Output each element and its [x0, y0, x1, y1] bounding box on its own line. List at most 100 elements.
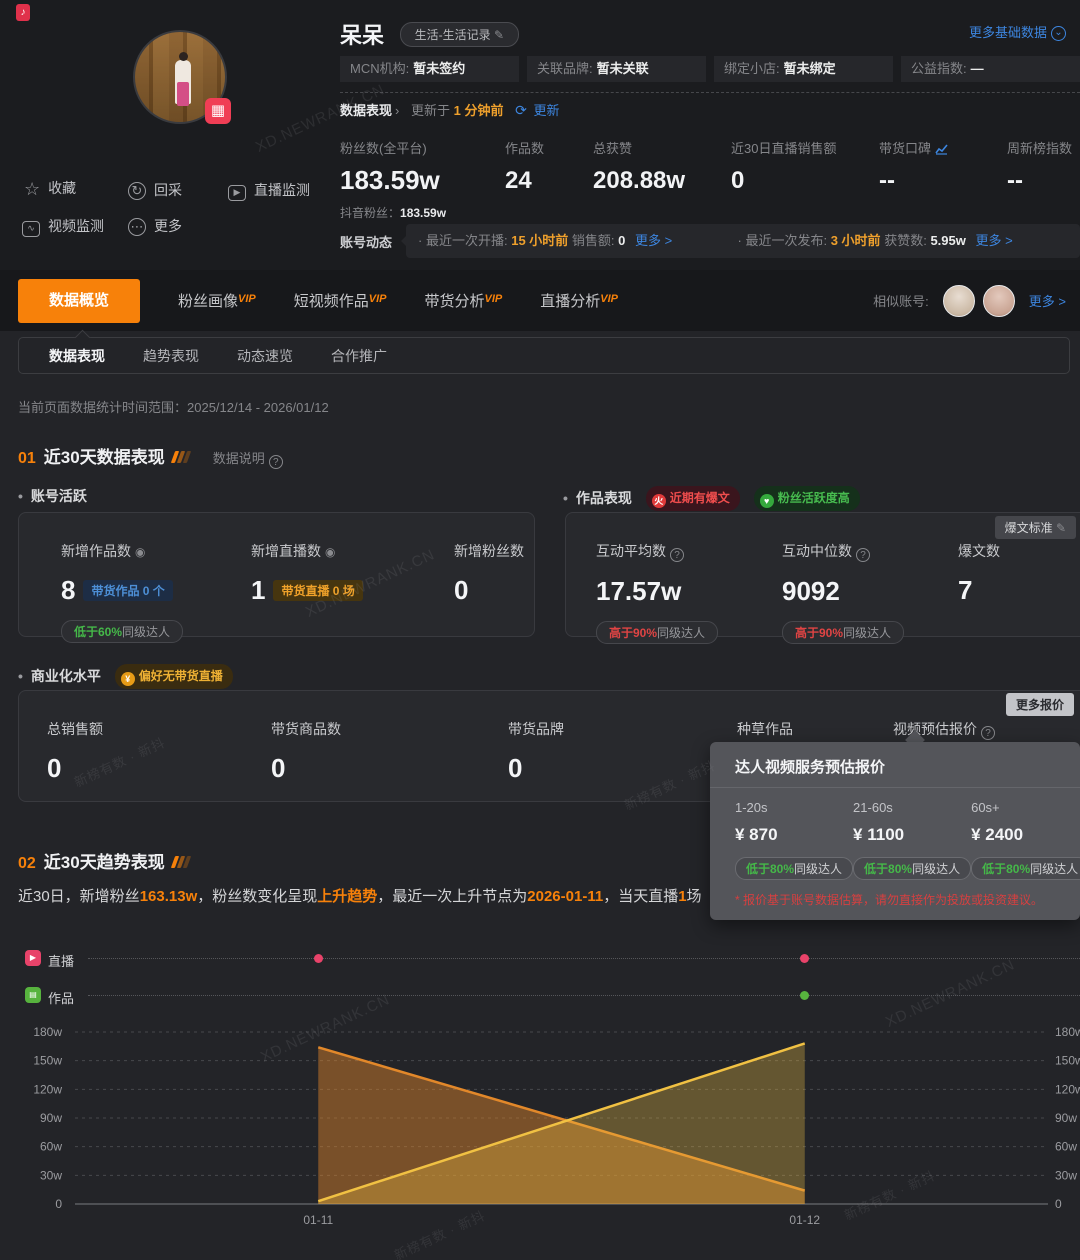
similar-avatar-1[interactable]	[943, 285, 975, 317]
updated-time: 1 分钟前	[454, 103, 504, 118]
replay-icon: ↻	[128, 182, 146, 200]
works-legend-label: 作品	[48, 988, 74, 1007]
eye-icon[interactable]: ◉	[325, 545, 335, 559]
svg-text:180w: 180w	[33, 1025, 62, 1039]
metric-seed-works: 种草作品	[737, 719, 793, 739]
help-icon[interactable]: ?	[981, 726, 995, 740]
svg-text:0: 0	[55, 1197, 62, 1211]
tooltip-disclaimer: * 报价基于账号数据估算，请勿直接作为投放或投资建议。	[735, 891, 1043, 908]
live-monitor-button[interactable]: ▶直播监测	[228, 180, 310, 201]
trend-chart-section: ▶ 直播 ▤ 作品 180w180w150w150w120w120w90w90w…	[0, 940, 1080, 1260]
similar-accounts-label: 相似账号:	[873, 291, 929, 310]
peer-compare-pill: 低于60%同级达人	[61, 620, 183, 643]
similar-accounts: 相似账号: 更多 >	[873, 285, 1066, 317]
help-icon[interactable]: ?	[856, 548, 870, 562]
post-more-link[interactable]: 更多 >	[975, 233, 1012, 248]
section2-header: 02近30天趋势表现	[18, 848, 191, 870]
subtab-trend[interactable]: 趋势表现	[143, 346, 199, 366]
caret-icon: ›	[395, 103, 399, 118]
subtab-data-performance[interactable]: 数据表现	[49, 346, 105, 366]
svg-text:30w: 30w	[40, 1168, 62, 1182]
peer-compare-pill: 高于90%同级达人	[596, 621, 718, 644]
subtab-cooperation[interactable]: 合作推广	[331, 346, 387, 366]
dashed-divider	[340, 92, 1080, 93]
peer-compare-pill: 低于80%同级达人	[735, 857, 853, 880]
commerce-works-badge: 带货作品 0 个	[83, 580, 172, 601]
category-tag[interactable]: 生活-生活记录 ✎	[400, 22, 519, 47]
info-box-brand: 关联品牌:暂未关联	[527, 56, 706, 82]
date-range: 当前页面数据统计时间范围：2025/12/14 - 2026/01/12	[18, 397, 329, 416]
favorite-button[interactable]: ☆收藏	[24, 178, 76, 200]
metric-new-fans: 新增粉丝数 0	[454, 541, 524, 606]
info-box-shop: 绑定小店:暂未绑定	[714, 56, 893, 82]
live-legend-icon: ▶	[25, 950, 41, 966]
metric-total-sales: 总销售额 0	[47, 719, 103, 784]
tab-live-analysis[interactable]: 直播分析VIP	[540, 290, 618, 311]
last-post-label: 最近一次发布:	[745, 233, 827, 248]
last-live-time: 15 小时前	[511, 233, 568, 248]
activity-box: · 最近一次开播: 15 小时前 销售额: 0 更多 > · 最近一次发布: 3…	[406, 224, 1080, 258]
svg-text:0: 0	[1055, 1197, 1062, 1211]
more-base-data-label[interactable]: 更多基础数据	[969, 25, 1047, 40]
svg-text:120w: 120w	[1055, 1082, 1080, 1096]
activity-title: 账号动态	[340, 232, 392, 251]
video-monitor-button[interactable]: ∿视频监测	[22, 216, 104, 237]
last-post-time: 3 小时前	[831, 233, 881, 248]
hot-works-badge: 火近期有爆文	[646, 486, 740, 511]
info-box-charity: 公益指数:—	[901, 56, 1080, 82]
category-tag-label: 生活-生活记录	[415, 28, 491, 42]
chevron-down-icon[interactable]: ⌄	[1051, 26, 1066, 41]
tab-commerce-analysis[interactable]: 带货分析VIP	[425, 290, 503, 311]
help-icon[interactable]: ?	[269, 455, 283, 469]
eye-icon[interactable]: ◉	[135, 545, 145, 559]
data-performance-title: 数据表现	[340, 103, 392, 118]
svg-text:180w: 180w	[1055, 1025, 1080, 1039]
main-tabbar: 数据概览 粉丝画像VIP 短视频作品VIP 带货分析VIP 直播分析VIP 相似…	[0, 270, 1080, 331]
likes-value: 5.95w	[930, 233, 965, 248]
live-more-link[interactable]: 更多 >	[635, 233, 672, 248]
account-active-label: •账号活跃	[18, 486, 87, 506]
price-tooltip: 达人视频服务预估报价 1-20s ¥ 870 低于80%同级达人 21-60s …	[710, 742, 1080, 920]
metric-new-lives: 新增直播数◉ 1带货直播 0 场	[251, 541, 363, 606]
hot-standard-tag[interactable]: 爆文标准 ✎	[995, 516, 1076, 539]
similar-avatar-2[interactable]	[983, 285, 1015, 317]
svg-text:120w: 120w	[33, 1082, 62, 1096]
refresh-button[interactable]: 更新	[533, 103, 559, 118]
metric-avg-interaction: 互动平均数? 17.57w 高于90%同级达人	[596, 541, 718, 644]
subtab-dynamics[interactable]: 动态速览	[237, 346, 293, 366]
stats-row: 粉丝数(全平台) 183.59w 抖音粉丝：183.59w 作品数 24 总获赞…	[340, 138, 1080, 221]
more-base-data-link[interactable]: 更多基础数据 ⌄	[969, 22, 1066, 41]
section1-header: 01近30天数据表现数据说明?	[18, 443, 283, 465]
svg-text:150w: 150w	[1055, 1054, 1080, 1068]
tab-fans-profile[interactable]: 粉丝画像VIP	[178, 290, 256, 311]
event-dot	[314, 954, 323, 963]
metric-median-interaction: 互动中位数? 9092 高于90%同级达人	[782, 541, 904, 644]
profile-header: ♪ 更多基础数据⌄ ▦ 呆呆 生活-生活记录 ✎ MCN机构:暂未签约 关联品牌…	[0, 0, 1080, 270]
more-actions-button[interactable]: ⋯更多	[128, 216, 182, 236]
price-col-2: 21-60s ¥ 1100 低于80%同级达人	[853, 800, 971, 880]
tab-short-video[interactable]: 短视频作品VIP	[294, 290, 387, 311]
works-event-row: ▤ 作品	[0, 981, 1080, 1009]
metric-new-works: 新增作品数◉ 8带货作品 0 个 低于60%同级达人	[61, 541, 183, 643]
edit-icon[interactable]: ✎	[494, 28, 504, 42]
metric-commerce-products: 带货商品数 0	[271, 719, 341, 784]
tab-data-overview[interactable]: 数据概览	[18, 279, 140, 323]
refresh-icon[interactable]: ⟳	[515, 102, 527, 118]
tooltip-title: 达人视频服务预估报价	[710, 742, 1080, 788]
stat-commerce-score: 带货口碑 --	[879, 138, 1007, 221]
fan-icon: ♥	[760, 494, 774, 508]
quote-bars-icon	[173, 451, 191, 466]
update-row: 数据表现› 更新于 1 分钟前 ⟳ 更新	[340, 100, 559, 119]
edit-icon: ✎	[1056, 521, 1066, 535]
help-icon[interactable]: ?	[670, 548, 684, 562]
video-monitor-icon: ∿	[22, 221, 40, 237]
qr-code-icon[interactable]: ▦	[205, 98, 231, 124]
peer-compare-pill: 高于90%同级达人	[782, 621, 904, 644]
last-live-label: 最近一次开播:	[426, 233, 508, 248]
info-box-mcn: MCN机构:暂未签约	[340, 56, 519, 82]
more-quotes-tag[interactable]: 更多报价	[1006, 693, 1074, 716]
similar-more-link[interactable]: 更多 >	[1029, 291, 1066, 310]
avatar-person-figure	[175, 60, 191, 104]
recollect-button[interactable]: ↻回采	[128, 180, 182, 200]
chart-icon	[935, 143, 948, 155]
